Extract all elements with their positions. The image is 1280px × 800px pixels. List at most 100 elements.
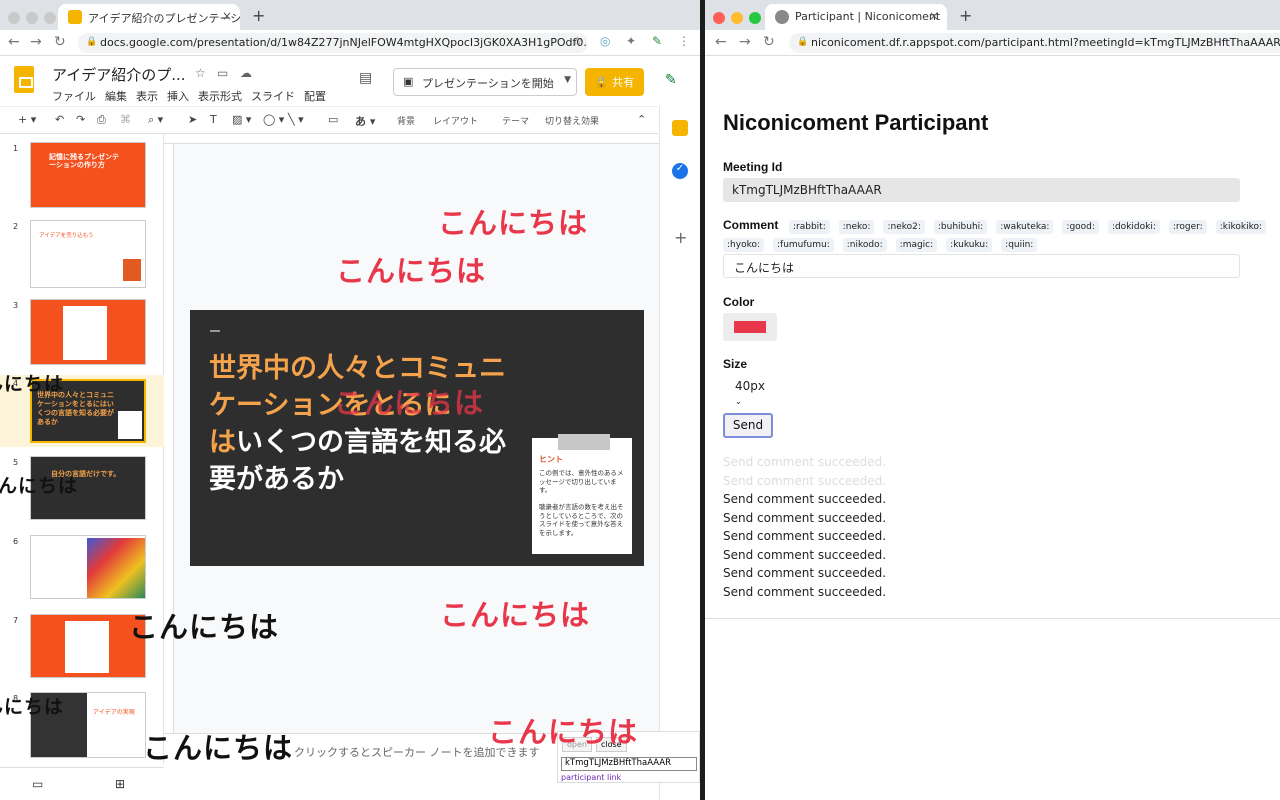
extension-chat-icon[interactable]: ◎	[600, 34, 610, 48]
back-icon[interactable]: ←	[8, 34, 20, 50]
tab-slides[interactable]: アイデア紹介のプレゼンテーシ ×	[58, 4, 240, 30]
new-tab-icon[interactable]: +	[252, 6, 265, 25]
grid-view-icon[interactable]: ⊞	[115, 777, 125, 791]
stamp-button[interactable]: :neko2:	[883, 220, 925, 234]
menu-format[interactable]: 表示形式	[198, 90, 242, 103]
zoom-window-button[interactable]	[749, 12, 761, 24]
size-select[interactable]: 40px ⌄	[723, 375, 787, 406]
send-button[interactable]: Send	[723, 413, 773, 438]
menu-arrange[interactable]: 配置	[304, 90, 326, 103]
menu-file[interactable]: ファイル	[52, 90, 96, 103]
new-tab-icon[interactable]: +	[959, 6, 972, 25]
back-icon[interactable]: ←	[715, 34, 727, 50]
thumbnail-6[interactable]: 6	[0, 533, 164, 605]
stamp-button[interactable]: :roger:	[1168, 220, 1207, 234]
extensions-puzzle-icon[interactable]: ✦	[626, 34, 636, 48]
new-slide-icon[interactable]: + ▾	[18, 113, 36, 126]
slide-heading[interactable]: 世界中の人々とコミュニケーションをとるに はいくつの言語を知る必要があるか	[209, 350, 519, 498]
stamp-button[interactable]: :nikodo:	[842, 238, 887, 252]
slides-logo-icon[interactable]	[14, 66, 34, 93]
line-icon[interactable]: ╲ ▾	[288, 113, 304, 126]
comment-history-icon[interactable]: ▤	[359, 70, 372, 86]
stamp-button[interactable]: :kikokiko:	[1215, 220, 1267, 234]
image-icon[interactable]: ▨ ▾	[232, 113, 251, 126]
share-button[interactable]: 🔒 共有	[585, 68, 644, 96]
stamp-button[interactable]: :quiin:	[1001, 238, 1038, 252]
color-picker[interactable]	[723, 313, 777, 341]
stamp-button[interactable]: :fumufumu:	[773, 238, 834, 252]
document-title[interactable]: アイデア紹介のプ...	[52, 64, 186, 85]
theme-button[interactable]: テーマ	[502, 114, 529, 127]
menu-edit[interactable]: 編集	[105, 90, 127, 103]
collapse-toolbar-icon[interactable]: ⌃	[637, 113, 646, 126]
background-button[interactable]: 背景	[397, 114, 415, 127]
present-dropdown-icon[interactable]: ▼	[564, 75, 571, 85]
comment-input[interactable]: こんにちは	[723, 254, 1240, 278]
size-label: Size	[723, 357, 748, 371]
url-field[interactable]: 🔒 niconicoment.df.r.appspot.com/particip…	[789, 33, 1280, 53]
view-switcher: ▭ ⊞	[0, 767, 164, 800]
filmstrip-view-icon[interactable]: ▭	[32, 777, 43, 791]
close-window-button[interactable]	[713, 12, 725, 24]
present-button[interactable]: ▣ プレゼンテーションを開始 ▼	[393, 68, 577, 96]
stamp-list: :rabbit: :neko: :neko2: :buhibuhi: :wakuteka…	[723, 218, 1280, 254]
tab-participant[interactable]: Participant | Niconicoment ×	[765, 4, 947, 30]
stamp-button[interactable]: :wakuteka:	[996, 220, 1054, 234]
current-slide[interactable]: 世界中の人々とコミュニケーションをとるに はいくつの言語を知る必要があるか ヒント…	[190, 310, 644, 566]
stamp-button[interactable]: :hyoko:	[723, 238, 764, 252]
layout-button[interactable]: レイアウト	[433, 114, 478, 127]
stamp-button[interactable]: :rabbit:	[789, 220, 830, 234]
stamp-button[interactable]: :magic:	[895, 238, 938, 252]
tasks-icon[interactable]: ✓	[672, 163, 688, 179]
select-cursor-icon[interactable]: ➤	[188, 113, 197, 126]
transition-button[interactable]: 切り替え効果	[545, 114, 599, 127]
menu-view[interactable]: 表示	[136, 90, 158, 103]
minimize-window-button[interactable]	[26, 12, 38, 24]
paint-format-icon[interactable]: ⌘	[120, 113, 131, 126]
star-icon[interactable]: ☆	[195, 66, 206, 80]
url-field[interactable]: 🔒 docs.google.com/presentation/d/1w84Z27…	[78, 33, 588, 53]
thumbnail-book-image	[123, 259, 141, 281]
forward-icon[interactable]: →	[30, 34, 42, 50]
bookmark-star-icon[interactable]: ☆	[572, 34, 583, 48]
zoom-window-button[interactable]	[44, 12, 56, 24]
close-tab-icon[interactable]: ×	[222, 9, 232, 23]
edit-pen-icon[interactable]: ✎	[665, 72, 677, 88]
input-tools-icon[interactable]: あ ▾	[355, 113, 375, 129]
add-comment-icon[interactable]: ▭	[328, 113, 338, 126]
stamp-button[interactable]: :neko:	[838, 220, 875, 234]
reload-icon[interactable]: ↻	[763, 34, 775, 50]
thumbnail-2[interactable]: 2 アイデアを売り込もう	[0, 218, 164, 290]
hint-card[interactable]: ヒント この例では、意外性のあるメッセージで切り出しています。 聴衆者が言語の数を…	[532, 434, 632, 554]
meeting-id-field[interactable]: kTmgTLJMzBHftThaAAAR	[723, 178, 1240, 202]
meeting-id-field[interactable]: kTmgTLJMzBHftThaAAAR	[561, 757, 697, 771]
close-tab-icon[interactable]: ×	[929, 9, 939, 23]
move-folder-icon[interactable]: ▭	[217, 66, 228, 80]
keep-icon[interactable]	[672, 120, 688, 136]
thumbnail-1[interactable]: 1 記憶に残るプレゼンテーションの作り方	[0, 140, 164, 212]
close-window-button[interactable]	[8, 12, 20, 24]
stamp-button[interactable]: :good:	[1062, 220, 1099, 234]
forward-icon[interactable]: →	[739, 34, 751, 50]
stamp-button[interactable]: :kukuku:	[946, 238, 993, 252]
print-icon[interactable]: ⎙	[97, 113, 106, 127]
shape-icon[interactable]: ◯ ▾	[263, 113, 284, 126]
stamp-button[interactable]: :dokidoki:	[1107, 220, 1160, 234]
textbox-icon[interactable]: T	[210, 113, 217, 126]
lock-icon: 🔒	[86, 37, 98, 47]
participant-link[interactable]: participant link	[561, 773, 621, 782]
extension-pen-icon[interactable]: ✎	[652, 34, 662, 48]
menu-insert[interactable]: 挿入	[167, 90, 189, 103]
send-log: Send comment succeeded. Send comment suc…	[723, 453, 886, 601]
stamp-button[interactable]: :buhibuhi:	[933, 220, 988, 234]
lock-icon: 🔒	[594, 76, 609, 89]
redo-icon[interactable]: ↷	[76, 113, 85, 126]
thumbnail-3[interactable]: 3	[0, 297, 164, 369]
menu-slide[interactable]: スライド	[251, 90, 295, 103]
zoom-icon[interactable]: ⌕ ▾	[148, 113, 163, 127]
minimize-window-button[interactable]	[731, 12, 743, 24]
undo-icon[interactable]: ↶	[55, 113, 64, 126]
browser-menu-icon[interactable]: ⋮	[678, 34, 690, 48]
reload-icon[interactable]: ↻	[54, 34, 66, 50]
add-addon-icon[interactable]: +	[674, 228, 687, 247]
